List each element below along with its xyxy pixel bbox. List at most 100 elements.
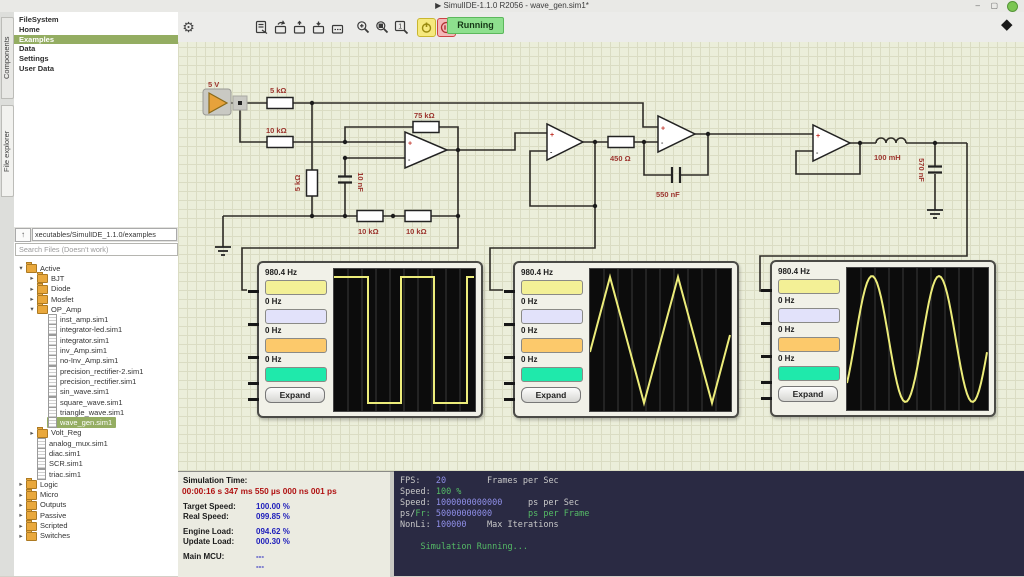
scope-pin[interactable]: [761, 322, 772, 325]
expand-arrow-icon[interactable]: ▸: [28, 429, 36, 437]
place-item-home[interactable]: Home: [14, 25, 178, 35]
expand-button[interactable]: Expand: [778, 386, 838, 402]
zoom-extents-icon[interactable]: [373, 17, 392, 37]
search-input[interactable]: [15, 243, 178, 256]
console-line: FPS: 20 Frames per Sec: [400, 476, 1024, 487]
tree-item-micro[interactable]: ▸Micro: [14, 490, 178, 500]
scope-pin[interactable]: [761, 381, 772, 384]
open-circuit-icon[interactable]: [271, 17, 290, 37]
tree-item-logic[interactable]: ▸Logic: [14, 479, 178, 489]
tree-item-passive[interactable]: ▸Passive: [14, 510, 178, 520]
expand-arrow-icon[interactable]: ▸: [17, 491, 25, 499]
resistor[interactable]: [357, 211, 383, 222]
tree-item-volt_reg[interactable]: ▸Volt_Reg: [14, 428, 178, 438]
place-item-data[interactable]: Data: [14, 44, 178, 54]
tree-item-outputs[interactable]: ▸Outputs: [14, 500, 178, 510]
component-label: 5 V: [208, 80, 219, 89]
junction-connector[interactable]: [233, 96, 247, 110]
path-field[interactable]: xecutables/SimulIDE_1.1.0/examples: [32, 228, 177, 241]
scope-pin[interactable]: [248, 323, 259, 326]
expand-arrow-icon[interactable]: ▸: [28, 285, 36, 293]
tree-item-analog_mux.sim1[interactable]: analog_mux.sim1: [14, 438, 178, 448]
scope-pin[interactable]: [248, 290, 259, 293]
close-button[interactable]: [1007, 1, 1018, 12]
scope-pin[interactable]: [761, 355, 772, 358]
tree-item-scr.sim1[interactable]: SCR.sim1: [14, 459, 178, 469]
expand-arrow-icon[interactable]: ▸: [17, 501, 25, 509]
tree-item-precision_rectifier-2.sim1[interactable]: precision_rectifier-2.sim1: [14, 366, 178, 376]
opamp-3[interactable]: + -: [658, 116, 695, 152]
scope-pin[interactable]: [504, 382, 515, 385]
channel-frequency: 980.4 Hz: [778, 267, 840, 277]
expand-arrow-icon[interactable]: ▸: [28, 274, 36, 282]
resistor[interactable]: [405, 211, 431, 222]
tree-item-label: triac.sim1: [49, 470, 81, 479]
place-item-examples[interactable]: Examples: [14, 35, 178, 45]
scope-pin[interactable]: [248, 382, 259, 385]
oscilloscope-panel-3[interactable]: 980.4 Hz0 Hz0 Hz0 HzExpand: [770, 260, 996, 417]
resistor[interactable]: [307, 170, 318, 196]
tree-item-triangle_wave.sim1[interactable]: triangle_wave.sim1: [14, 407, 178, 417]
expand-button[interactable]: Expand: [265, 387, 325, 403]
scope-pin[interactable]: [504, 323, 515, 326]
tab-file-explorer[interactable]: File explorer: [1, 105, 14, 197]
place-item-filesystem[interactable]: FileSystem: [14, 15, 178, 25]
scope-pin[interactable]: [248, 398, 259, 401]
expand-arrow-icon[interactable]: ▸: [17, 511, 25, 519]
svg-text:1: 1: [398, 23, 402, 30]
circuit-canvas[interactable]: + - + - + - + - 5 V 5 kΩ 10 kΩ 5 kΩ 1: [178, 42, 1024, 471]
tree-item-op_amp[interactable]: ▾OP_Amp: [14, 304, 178, 314]
collapse-arrow-icon[interactable]: ▾: [28, 305, 36, 313]
minimize-button[interactable]: –: [976, 0, 980, 11]
tree-item-square_wave.sim1[interactable]: square_wave.sim1: [14, 397, 178, 407]
new-circuit-icon[interactable]: [252, 17, 271, 37]
power-circuit-icon[interactable]: [417, 18, 436, 37]
expand-arrow-icon[interactable]: ▸: [17, 480, 25, 488]
opamp-4[interactable]: + -: [813, 125, 850, 161]
expand-arrow-icon[interactable]: ▸: [17, 522, 25, 530]
place-item-user-data[interactable]: User Data: [14, 64, 178, 74]
scope-pin[interactable]: [761, 397, 772, 400]
tree-item-label: integrator-led.sim1: [60, 325, 122, 334]
panel-toggle-diamond-icon[interactable]: ◆: [1001, 15, 1013, 33]
scope-pin[interactable]: [504, 356, 515, 359]
scope-pin[interactable]: [504, 290, 515, 293]
tree-item-integrator.sim1[interactable]: integrator.sim1: [14, 335, 178, 345]
settings-gear-icon[interactable]: ⚙: [179, 17, 198, 37]
expand-arrow-icon[interactable]: ▸: [17, 532, 25, 540]
save-as-icon[interactable]: [309, 17, 328, 37]
expand-button[interactable]: Expand: [521, 387, 581, 403]
resistor[interactable]: [608, 137, 634, 148]
tree-item-integrator-led.sim1[interactable]: integrator-led.sim1: [14, 325, 178, 335]
resistor[interactable]: [267, 137, 293, 148]
scope-pin[interactable]: [761, 289, 772, 292]
tree-item-scripted[interactable]: ▸Scripted: [14, 520, 178, 530]
tab-components[interactable]: Components: [1, 17, 14, 99]
voltage-source[interactable]: [203, 89, 231, 115]
tree-item-inv_amp.sim1[interactable]: inv_Amp.sim1: [14, 345, 178, 355]
export-circuit-icon[interactable]: [328, 17, 347, 37]
collapse-arrow-icon[interactable]: ▾: [17, 264, 25, 272]
scope-pin[interactable]: [504, 398, 515, 401]
scope-pin[interactable]: [248, 356, 259, 359]
oscilloscope-panel-1[interactable]: 980.4 Hz0 Hz0 Hz0 HzExpand: [257, 261, 483, 418]
tree-item-switches[interactable]: ▸Switches: [14, 531, 178, 541]
oscilloscope-panel-2[interactable]: 980.4 Hz0 Hz0 Hz0 HzExpand: [513, 261, 739, 418]
tree-item-triac.sim1[interactable]: triac.sim1: [14, 469, 178, 479]
save-circuit-icon[interactable]: [290, 17, 309, 37]
opamp-1[interactable]: + -: [405, 132, 447, 168]
path-up-button[interactable]: ↑: [15, 228, 31, 242]
resistor[interactable]: [413, 122, 439, 133]
place-item-settings[interactable]: Settings: [14, 54, 178, 64]
tree-item-no-inv_amp.sim1[interactable]: no-Inv_Amp.sim1: [14, 356, 178, 366]
tree-item-diac.sim1[interactable]: diac.sim1: [14, 448, 178, 458]
zoom-fit-icon[interactable]: [354, 17, 373, 37]
tree-item-precision_rectifier.sim1[interactable]: precision_rectifier.sim1: [14, 376, 178, 386]
zoom-one-icon[interactable]: 1: [392, 17, 411, 37]
expand-arrow-icon[interactable]: ▸: [28, 295, 36, 303]
tree-item-sin_wave.sim1[interactable]: sin_wave.sim1: [14, 387, 178, 397]
tree-item-inst_amp.sim1[interactable]: inst_amp.sim1: [14, 314, 178, 324]
opamp-2[interactable]: + -: [547, 124, 583, 160]
resistor[interactable]: [267, 98, 293, 109]
maximize-button[interactable]: ▢: [990, 0, 998, 11]
